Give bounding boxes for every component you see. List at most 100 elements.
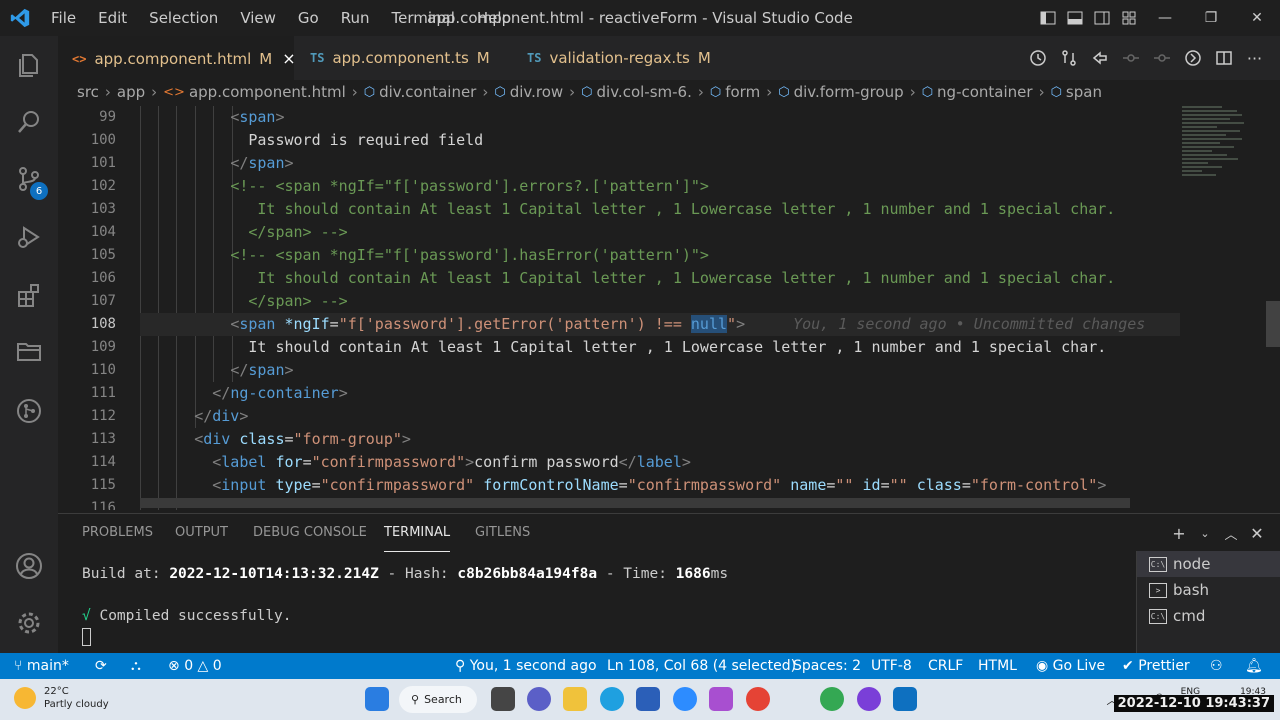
tab-problems[interactable]: PROBLEMS — [82, 514, 153, 552]
tab-gitlens[interactable]: GITLENS — [475, 514, 530, 552]
breadcrumb-ng-container[interactable]: ng-container — [937, 83, 1033, 101]
go-back-icon[interactable] — [1084, 49, 1115, 67]
menu-help[interactable]: Help — [466, 0, 522, 36]
close-panel-icon[interactable]: ✕ — [1244, 524, 1270, 543]
menu-file[interactable]: File — [40, 0, 87, 36]
branch-indicator[interactable]: ⑂ main* — [14, 653, 69, 679]
breadcrumb-src[interactable]: src — [77, 83, 99, 101]
weather-condition: Partly cloudy — [44, 699, 109, 710]
maximize-panel-icon[interactable]: ︿ — [1218, 524, 1244, 543]
breadcrumb-div-row[interactable]: div.row — [510, 83, 563, 101]
next-change-icon[interactable] — [1146, 49, 1177, 67]
timeline-history-icon[interactable] — [1022, 49, 1053, 67]
vscode-taskbar-icon[interactable] — [893, 687, 917, 711]
go-live-button[interactable]: ◉ Go Live — [1036, 653, 1105, 679]
chat-icon[interactable] — [527, 687, 551, 711]
code-editor[interactable]: 99 100 101 102 103 104 105 106 107 108 1… — [58, 106, 1280, 510]
tab-output[interactable]: OUTPUT — [175, 514, 228, 552]
breadcrumb-span[interactable]: span — [1066, 83, 1102, 101]
code-line-active[interactable]: <span *ngIf="f['password'].getError('pat… — [140, 313, 1180, 336]
split-editor-icon[interactable] — [1208, 49, 1239, 67]
language-mode[interactable]: HTML — [978, 653, 1017, 679]
maximize-button[interactable]: ❐ — [1188, 0, 1234, 36]
feedback-icon[interactable]: ⚇ — [1210, 653, 1223, 679]
horizontal-scrollbar[interactable] — [140, 498, 1130, 508]
minimap[interactable] — [1182, 106, 1262, 206]
menu-view[interactable]: View — [229, 0, 287, 36]
media-player-icon[interactable] — [857, 687, 881, 711]
windows-start-icon[interactable] — [365, 687, 389, 711]
chevron-down-icon[interactable]: ⌄ — [1192, 527, 1218, 540]
breadcrumb-div-container[interactable]: div.container — [379, 83, 476, 101]
breadcrumb-div-form-group[interactable]: div.form-group — [794, 83, 904, 101]
extensions-icon[interactable] — [0, 271, 58, 321]
minimize-button[interactable]: — — [1142, 0, 1188, 36]
search-icon[interactable] — [0, 97, 58, 147]
encoding[interactable]: UTF-8 — [871, 653, 912, 679]
breadcrumb-form[interactable]: form — [725, 83, 760, 101]
store-icon[interactable] — [636, 687, 660, 711]
indentation[interactable]: Spaces: 2 — [793, 653, 861, 679]
account-icon[interactable] — [0, 541, 58, 591]
snipping-tool-icon[interactable] — [709, 687, 733, 711]
toggle-secondary-sidebar-icon[interactable] — [1088, 0, 1115, 36]
weather-widget[interactable]: 22°C Partly cloudy — [14, 685, 109, 711]
menu-edit[interactable]: Edit — [87, 0, 138, 36]
zoom-icon[interactable] — [673, 687, 697, 711]
prettier-button[interactable]: ✔ Prettier — [1122, 653, 1190, 679]
tab-validation-regax-ts[interactable]: TS validation-regax.ts M — [513, 36, 725, 80]
explorer-icon[interactable] — [0, 40, 58, 90]
sync-icon[interactable]: ⟳ — [95, 653, 107, 679]
customize-layout-icon[interactable] — [1115, 0, 1142, 36]
gitlens-icon[interactable] — [0, 386, 58, 436]
source-control-icon[interactable]: 6 — [0, 154, 58, 204]
toggle-panel-icon[interactable] — [1061, 0, 1088, 36]
problems-indicator[interactable]: ⊗ 0 △ 0 — [168, 653, 222, 679]
code-lines[interactable]: <span> Password is required field </span… — [140, 106, 1180, 510]
vertical-scrollbar[interactable] — [1266, 106, 1280, 510]
folder-icon[interactable] — [0, 326, 58, 376]
menu-selection[interactable]: Selection — [138, 0, 229, 36]
close-tab-icon[interactable]: × — [282, 49, 295, 68]
close-window-button[interactable]: ✕ — [1234, 0, 1280, 36]
scm-badge: 6 — [30, 182, 48, 200]
task-view-icon[interactable] — [491, 687, 515, 711]
edge-browser-icon[interactable] — [600, 687, 624, 711]
tab-app-component-ts[interactable]: TS app.component.ts M — [296, 36, 504, 80]
compare-changes-icon[interactable] — [1053, 49, 1084, 67]
terminal-item-cmd[interactable]: C:\ cmd — [1137, 603, 1280, 629]
menu-run[interactable]: Run — [330, 0, 381, 36]
git-blame-status[interactable]: ⚲ You, 1 second ago — [455, 653, 597, 679]
run-debug-icon[interactable] — [0, 212, 58, 262]
terminal-output[interactable]: Build at: 2022-12-10T14:13:32.214Z - Has… — [82, 564, 728, 648]
menu-go[interactable]: Go — [287, 0, 330, 36]
breadcrumb-div-col[interactable]: div.col-sm-6. — [597, 83, 692, 101]
taskbar-search[interactable]: ⚲ Search — [399, 686, 477, 713]
tab-debug-console[interactable]: DEBUG CONSOLE — [253, 514, 367, 552]
breadcrumb-app[interactable]: app — [117, 83, 145, 101]
new-terminal-plus-icon[interactable]: + — [1166, 524, 1192, 543]
toggle-primary-sidebar-icon[interactable] — [1034, 0, 1061, 36]
scrollbar-thumb[interactable] — [1266, 301, 1280, 347]
terminal-list: C:\ node > bash C:\ cmd — [1136, 551, 1280, 654]
cursor-position[interactable]: Ln 108, Col 68 (4 selected) — [607, 653, 796, 679]
open-preview-icon[interactable] — [1177, 49, 1208, 67]
chrome-profile-icon[interactable] — [820, 687, 844, 711]
tab-app-component-html[interactable]: <> app.component.html M × — [58, 36, 296, 80]
file-explorer-icon[interactable] — [563, 687, 587, 711]
breadcrumb-file[interactable]: app.component.html — [189, 83, 346, 101]
terminal-prompt[interactable] — [82, 627, 728, 648]
tab-terminal[interactable]: TERMINAL — [384, 514, 451, 552]
more-actions-icon[interactable]: ··· — [1239, 49, 1270, 68]
terminal-item-bash[interactable]: > bash — [1137, 577, 1280, 603]
end-of-line[interactable]: CRLF — [928, 653, 963, 679]
notifications-bell-icon[interactable]: 🔔︎ — [1245, 653, 1263, 679]
gitlens-graph-icon[interactable]: ⛬ — [131, 653, 141, 679]
terminal-item-node[interactable]: C:\ node — [1137, 551, 1280, 577]
chrome-icon[interactable] — [746, 687, 770, 711]
html-file-icon: <> — [72, 51, 87, 66]
menu-terminal[interactable]: Terminal — [381, 0, 466, 36]
code-line: </span> — [230, 154, 294, 172]
manage-gear-icon[interactable] — [0, 598, 58, 648]
previous-change-icon[interactable] — [1115, 49, 1146, 67]
